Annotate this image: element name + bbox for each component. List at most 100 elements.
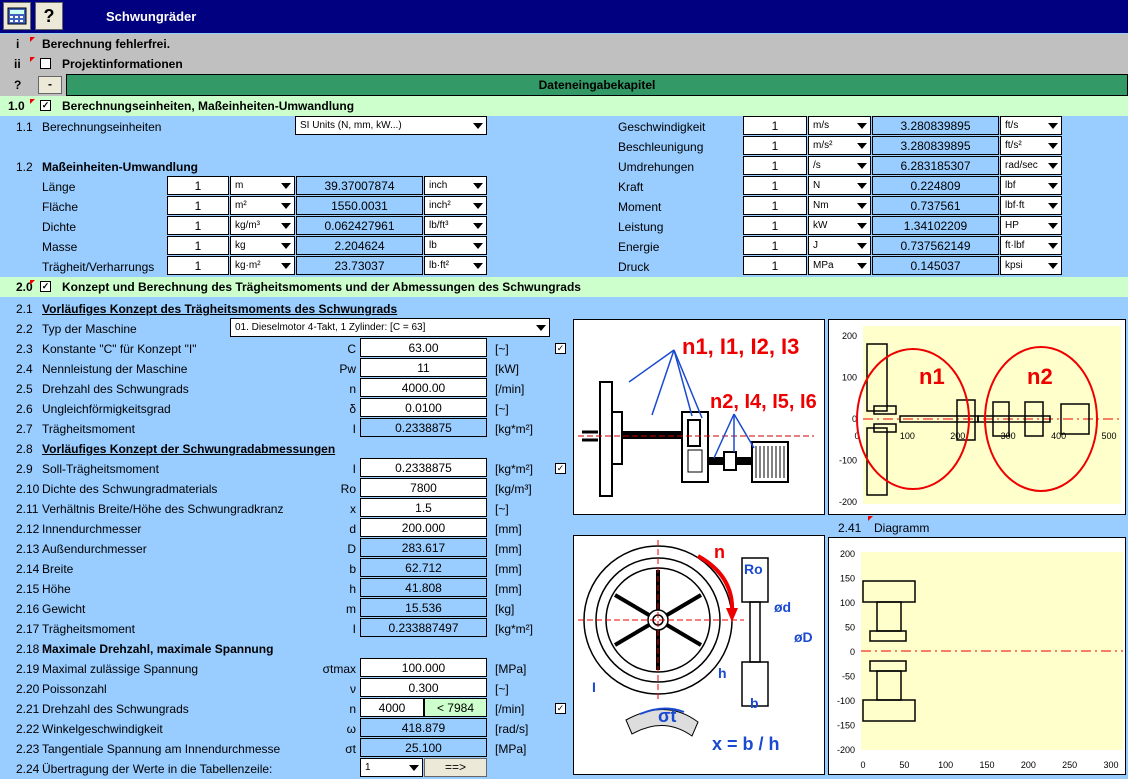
- conversion-target-unit-select[interactable]: ft·lbf: [1000, 236, 1062, 255]
- transfer-button[interactable]: ==>: [424, 758, 487, 777]
- conversion-unit-select[interactable]: m²: [230, 196, 295, 215]
- param-input[interactable]: 7800: [360, 478, 487, 497]
- y-tick-label: 0: [850, 647, 855, 657]
- dropdown-arrow-icon[interactable]: [1045, 217, 1061, 234]
- dropdown-arrow-icon[interactable]: [470, 217, 486, 234]
- dropdown-arrow-icon[interactable]: [278, 217, 294, 234]
- param-input[interactable]: 4000.00: [360, 378, 487, 397]
- conversion-value-input[interactable]: 1: [743, 176, 807, 195]
- section-2-0-checkbox[interactable]: ✓: [40, 281, 51, 292]
- dropdown-arrow-icon[interactable]: [278, 177, 294, 194]
- conversion-unit-select[interactable]: m: [230, 176, 295, 195]
- conversion-target-unit-select[interactable]: inch: [424, 176, 487, 195]
- conversion-value-input[interactable]: 1: [743, 136, 807, 155]
- param-input[interactable]: 0.0100: [360, 398, 487, 417]
- dropdown-arrow-icon[interactable]: [854, 197, 870, 214]
- dropdown-arrow-icon[interactable]: [1045, 257, 1061, 274]
- param-input[interactable]: 1.5: [360, 498, 487, 517]
- dropdown-arrow-icon[interactable]: [470, 237, 486, 254]
- param-input[interactable]: 200.000: [360, 518, 487, 537]
- conversion-unit-select[interactable]: kg·m²: [230, 256, 295, 275]
- chapter-help[interactable]: ?: [14, 78, 21, 92]
- conversion-value-input[interactable]: 1: [167, 196, 229, 215]
- param-label: Soll-Trägheitsmoment: [42, 462, 159, 476]
- dropdown-arrow-icon[interactable]: [470, 177, 486, 194]
- conversion-unit-select[interactable]: N: [808, 176, 871, 195]
- project-row[interactable]: ii Projektinformationen: [0, 54, 1128, 74]
- units-select[interactable]: SI Units (N, mm, kW...): [295, 116, 487, 135]
- conversion-value-input[interactable]: 1: [167, 256, 229, 275]
- conversion-value-input[interactable]: 1: [743, 196, 807, 215]
- conversion-target-unit-select[interactable]: lb·ft²: [424, 256, 487, 275]
- dropdown-arrow-icon[interactable]: [854, 217, 870, 234]
- dropdown-arrow-icon[interactable]: [854, 137, 870, 154]
- section-1-0-checkbox[interactable]: ✓: [40, 100, 51, 111]
- collapse-button[interactable]: -: [38, 76, 62, 94]
- y-tick-label: -100: [837, 696, 855, 706]
- dropdown-arrow-icon[interactable]: [854, 157, 870, 174]
- dropdown-arrow-icon[interactable]: [278, 197, 294, 214]
- param-input[interactable]: 11: [360, 358, 487, 377]
- param-unit: [~]: [495, 682, 509, 696]
- conversion-value-input[interactable]: 1: [167, 236, 229, 255]
- param-input[interactable]: 0.300: [360, 678, 487, 697]
- conversion-value-input[interactable]: 1: [743, 116, 807, 135]
- param-label: Winkelgeschwindigkeit: [42, 722, 163, 736]
- dropdown-arrow-icon[interactable]: [470, 257, 486, 274]
- conversion-value-input[interactable]: 1: [167, 216, 229, 235]
- calculator-icon[interactable]: [3, 2, 31, 30]
- conversion-target-unit-select[interactable]: kpsi: [1000, 256, 1062, 275]
- dropdown-arrow-icon[interactable]: [1045, 137, 1061, 154]
- dropdown-arrow-icon[interactable]: [1045, 157, 1061, 174]
- conversion-target-unit-select[interactable]: lbf·ft: [1000, 196, 1062, 215]
- help-button[interactable]: ?: [35, 2, 63, 30]
- conversion-unit-select[interactable]: kW: [808, 216, 871, 235]
- conversion-value-input[interactable]: 1: [743, 256, 807, 275]
- conversion-unit-select[interactable]: Nm: [808, 196, 871, 215]
- conversion-target-unit-select[interactable]: lbf: [1000, 176, 1062, 195]
- param-input[interactable]: 63.00: [360, 338, 487, 357]
- dropdown-arrow-icon[interactable]: [854, 257, 870, 274]
- dropdown-arrow-icon[interactable]: [1045, 237, 1061, 254]
- conversion-unit-select[interactable]: m/s: [808, 116, 871, 135]
- param-input[interactable]: 0.2338875: [360, 458, 487, 477]
- machine-type-select[interactable]: 01. Dieselmotor 4-Takt, 1 Zylinder: [C =…: [230, 318, 550, 337]
- dropdown-arrow-icon[interactable]: [1045, 177, 1061, 194]
- dropdown-arrow-icon[interactable]: [1045, 117, 1061, 134]
- dropdown-arrow-icon[interactable]: [854, 177, 870, 194]
- param-input[interactable]: 100.000: [360, 658, 487, 677]
- project-checkbox[interactable]: [40, 58, 51, 69]
- conversion-value-input[interactable]: 1: [743, 216, 807, 235]
- conversion-target-unit-select[interactable]: lb: [424, 236, 487, 255]
- dropdown-arrow-icon[interactable]: [278, 237, 294, 254]
- conversion-result: 39.37007874: [296, 176, 423, 195]
- param-label: Verhältnis Breite/Höhe des Schwungradkra…: [42, 502, 284, 516]
- conversion-value-input[interactable]: 1: [743, 156, 807, 175]
- conversion-target-unit-select[interactable]: lb/ft³: [424, 216, 487, 235]
- conversion-unit-select[interactable]: /s: [808, 156, 871, 175]
- conversion-unit-select[interactable]: J: [808, 236, 871, 255]
- dropdown-arrow-icon[interactable]: [854, 237, 870, 254]
- dropdown-arrow-icon[interactable]: [278, 257, 294, 274]
- conversion-value-input[interactable]: 1: [167, 176, 229, 195]
- conversion-target-unit-select[interactable]: ft/s: [1000, 116, 1062, 135]
- dropdown-arrow-icon[interactable]: [470, 197, 486, 214]
- target-inertia-checkbox[interactable]: ✓: [555, 463, 566, 474]
- dropdown-arrow-icon[interactable]: [1045, 197, 1061, 214]
- conversion-unit-select[interactable]: m/s²: [808, 136, 871, 155]
- transfer-row-select[interactable]: 1: [360, 758, 423, 777]
- conversion-value-input[interactable]: 1: [743, 236, 807, 255]
- conversion-unit-select[interactable]: kg: [230, 236, 295, 255]
- conversion-unit-select[interactable]: MPa: [808, 256, 871, 275]
- dropdown-arrow-icon[interactable]: [854, 117, 870, 134]
- x-tick-label: 500: [1101, 431, 1116, 441]
- x-tick-label: 150: [979, 760, 994, 770]
- constant-checkbox[interactable]: ✓: [555, 343, 566, 354]
- speed-checkbox[interactable]: ✓: [555, 703, 566, 714]
- conversion-unit-select[interactable]: kg/m³: [230, 216, 295, 235]
- conversion-target-unit-select[interactable]: rad/sec: [1000, 156, 1062, 175]
- conversion-target-unit-select[interactable]: inch²: [424, 196, 487, 215]
- conversion-target-unit-select[interactable]: ft/s²: [1000, 136, 1062, 155]
- speed-input[interactable]: 4000: [360, 698, 424, 717]
- conversion-target-unit-select[interactable]: HP: [1000, 216, 1062, 235]
